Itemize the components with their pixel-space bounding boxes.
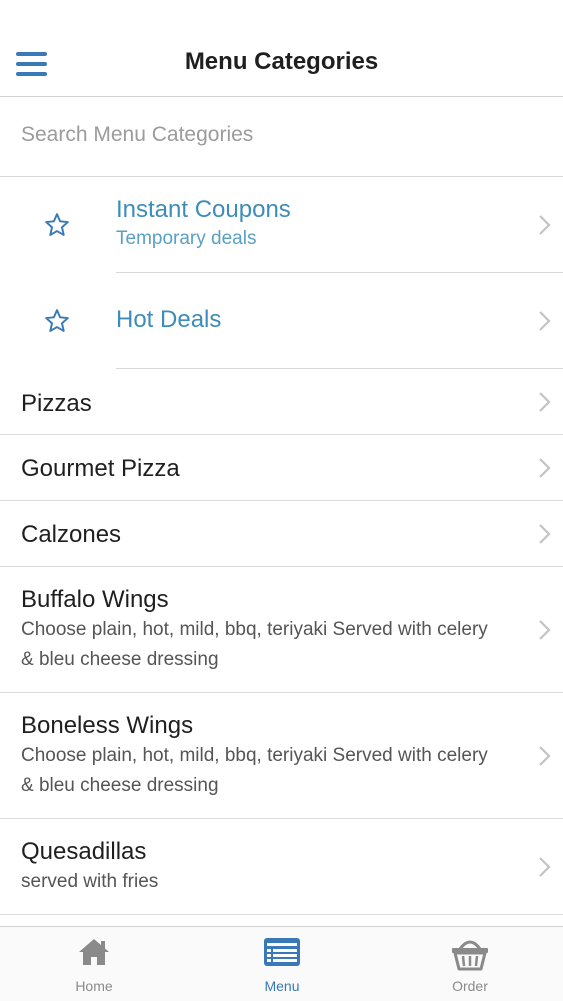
chevron-right-icon [539,856,551,877]
chevron-right-icon [539,391,551,412]
category-row-boneless-wings[interactable]: Boneless Wings Choose plain, hot, mild, … [0,693,563,819]
favorite-row-instant-coupons[interactable]: Instant Coupons Temporary deals [45,177,563,273]
row-subtitle: Choose plain, hot, mild, bbq, teriyaki S… [21,745,488,796]
row-title: Quesadillas [21,838,147,865]
chevron-right-icon [539,457,551,478]
top-bar: Menu Categories [0,0,563,97]
tab-home[interactable]: Home [0,927,188,1001]
chevron-right-icon [539,523,551,544]
category-list: Instant Coupons Temporary deals Hot Deal… [0,177,563,915]
category-row-gourmet-pizza[interactable]: Gourmet Pizza [0,435,563,501]
tab-label: Home [75,978,113,994]
page-title: Menu Categories [184,48,379,75]
category-row-quesadillas[interactable]: Quesadillas served with fries [0,819,563,915]
row-title: Buffalo Wings [21,586,169,613]
tab-label: Order [452,978,488,994]
row-subtitle: Choose plain, hot, mild, bbq, teriyaki S… [21,619,488,670]
row-title: Instant Coupons [116,196,291,223]
home-icon [79,939,109,965]
search-input[interactable] [21,123,541,147]
category-row-buffalo-wings[interactable]: Buffalo Wings Choose plain, hot, mild, b… [0,567,563,693]
row-title: Boneless Wings [21,712,194,739]
row-title: Gourmet Pizza [21,455,180,482]
chevron-right-icon [539,619,551,640]
star-outline-icon [45,212,69,236]
tab-menu[interactable]: Menu [188,927,376,1001]
menu-list-icon [264,938,300,966]
row-title: Calzones [21,521,122,548]
star-outline-icon [45,308,69,332]
chevron-right-icon [539,745,551,766]
row-subtitle: served with fries [21,871,159,892]
favorite-row-hot-deals[interactable]: Hot Deals [45,273,563,369]
category-row-pizzas[interactable]: Pizzas [0,369,563,435]
chevron-right-icon [539,214,551,235]
tab-order[interactable]: Order [376,927,563,1001]
row-subtitle: Temporary deals [116,228,257,249]
basket-icon [452,940,488,971]
row-title: Pizzas [21,390,92,417]
chevron-right-icon [539,310,551,331]
tab-bar: Home Menu Order [0,926,563,1001]
category-row-calzones[interactable]: Calzones [0,501,563,567]
row-title: Hot Deals [116,306,222,333]
tab-label: Menu [264,978,300,994]
search-bar [0,97,563,177]
